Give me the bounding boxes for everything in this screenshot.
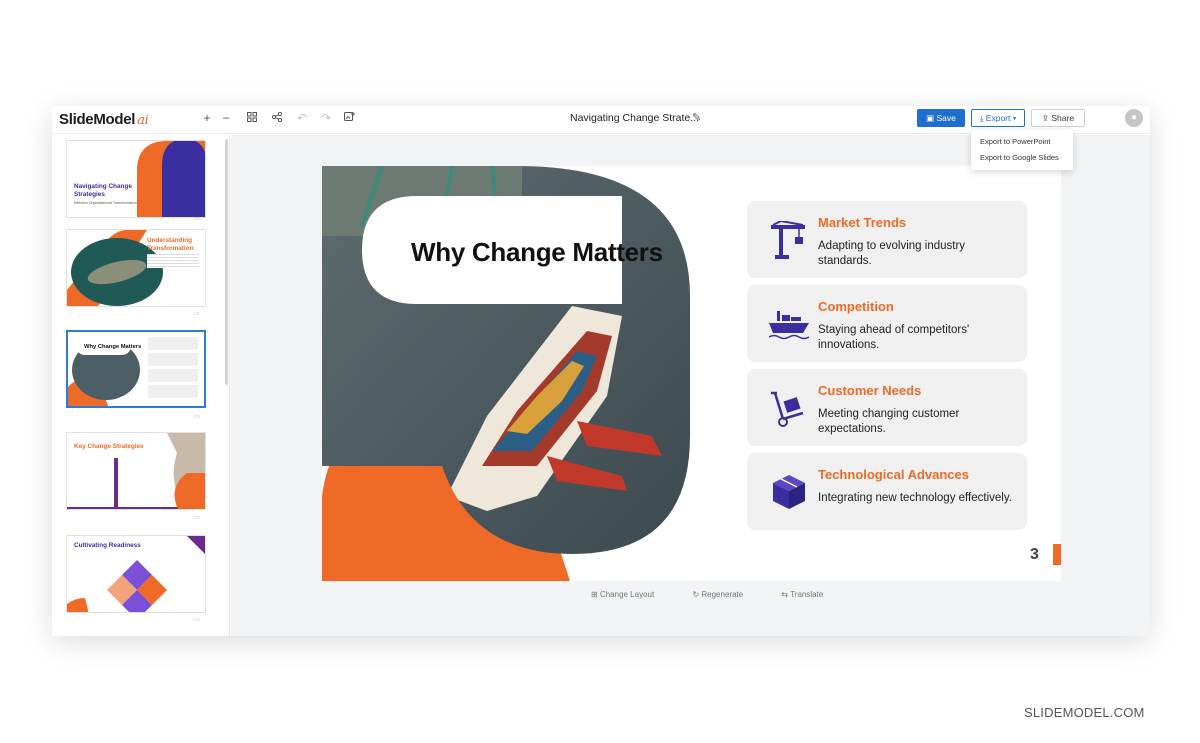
- card-heading: Market Trends: [818, 215, 907, 230]
- logo: SlideModel ai: [59, 111, 149, 128]
- avatar[interactable]: ●: [1125, 109, 1143, 127]
- card-text: Meeting changing customer expectations.: [818, 408, 960, 435]
- thumb-title: Why Change Matters: [84, 344, 142, 350]
- share-nodes-icon[interactable]: [270, 111, 284, 125]
- slide-thumbnail-panel: Navigating Change Strategies Effective O…: [52, 135, 230, 636]
- thumb-title: Key Change Strategies: [74, 443, 144, 450]
- thumb-slide-indicator: ▭: [194, 414, 200, 420]
- thumb-slide-indicator: ▭: [194, 617, 200, 623]
- thumb-title: Understanding Transformation: [147, 237, 194, 252]
- thumbnail-slide-1[interactable]: Navigating Change Strategies Effective O…: [66, 140, 206, 218]
- card-heading: Competition: [818, 299, 894, 314]
- thumb-title: Navigating Change Strategies: [74, 183, 132, 198]
- export-dropdown-menu: Export to PowerPoint Export to Google Sl…: [971, 130, 1073, 170]
- card-text: Staying ahead of competitors' innovation…: [818, 324, 970, 351]
- slide-page-number: 3: [1030, 546, 1039, 563]
- export-powerpoint-item[interactable]: Export to PowerPoint: [971, 134, 1073, 150]
- slide-title[interactable]: Why Change Matters: [411, 237, 663, 268]
- thumb-title: Cultivating Readiness: [74, 542, 141, 549]
- redo-icon[interactable]: ↷: [319, 111, 333, 125]
- thumb-slide-indicator: ▭: [194, 216, 200, 222]
- card-text: Adapting to evolving industry standards.: [818, 240, 966, 267]
- add-image-icon[interactable]: [342, 111, 356, 125]
- edit-pencil-icon[interactable]: ✎: [692, 111, 701, 124]
- thumb-slide-indicator: ▭: [194, 515, 200, 521]
- export-google-slides-item[interactable]: Export to Google Slides: [971, 150, 1073, 166]
- slide-canvas[interactable]: Why Change Matters Market Trends Adaptin…: [322, 166, 1061, 581]
- thumbnail-slide-2[interactable]: Understanding Transformation: [66, 229, 206, 307]
- export-button[interactable]: ⤓ Export ▾: [971, 109, 1025, 127]
- save-button[interactable]: ▣ Save: [917, 109, 965, 127]
- card-technological-advances[interactable]: Technological Advances Integrating new t…: [747, 453, 1027, 530]
- ship-icon: [769, 311, 809, 340]
- document-title[interactable]: Navigating Change Strate...: [570, 112, 699, 124]
- slide-editor-area: Why Change Matters Market Trends Adaptin…: [231, 135, 1150, 636]
- page-number-accent-bar: [1053, 544, 1061, 565]
- thumb-slide-indicator: ▭: [194, 311, 200, 317]
- thumbnail-slide-3[interactable]: Why Change Matters: [66, 330, 206, 408]
- undo-icon[interactable]: ↶: [295, 111, 309, 125]
- translate-button[interactable]: ⇆ Translate: [781, 590, 841, 599]
- card-competition[interactable]: Competition Staying ahead of competitors…: [747, 285, 1027, 362]
- zoom-out-icon[interactable]: −: [219, 111, 233, 125]
- card-customer-needs[interactable]: Customer Needs Meeting changing customer…: [747, 369, 1027, 446]
- crane-icon: [771, 221, 805, 259]
- regenerate-button[interactable]: ↻ Regenerate: [692, 590, 761, 599]
- change-layout-button[interactable]: ⊞ Change Layout: [591, 590, 672, 599]
- sidebar-scrollbar[interactable]: [225, 139, 228, 385]
- grid-icon[interactable]: [245, 111, 259, 125]
- hand-truck-icon: [771, 391, 804, 427]
- box-icon: [773, 475, 805, 509]
- card-heading: Technological Advances: [818, 467, 969, 482]
- thumbnail-slide-5[interactable]: Cultivating Readiness: [66, 535, 206, 613]
- card-heading: Customer Needs: [818, 383, 922, 398]
- thumbnail-slide-4[interactable]: Key Change Strategies: [66, 432, 206, 510]
- card-text: Integrating new technology effectively.: [818, 492, 1012, 504]
- app-window: SlideModel ai + − ↶ ↷ Navigating Change S…: [52, 106, 1150, 636]
- zoom-in-icon[interactable]: +: [200, 111, 214, 125]
- slide-actions-bar: ⊞ Change Layout ↻ Regenerate ⇆ Translate: [591, 590, 859, 599]
- card-market-trends[interactable]: Market Trends Adapting to evolving indus…: [747, 201, 1027, 278]
- share-button[interactable]: ⇪ Share: [1031, 109, 1085, 127]
- thumb-subtitle: Effective Organizational Transformation: [74, 201, 137, 205]
- watermark-text: SLIDEMODEL.COM: [1024, 705, 1145, 720]
